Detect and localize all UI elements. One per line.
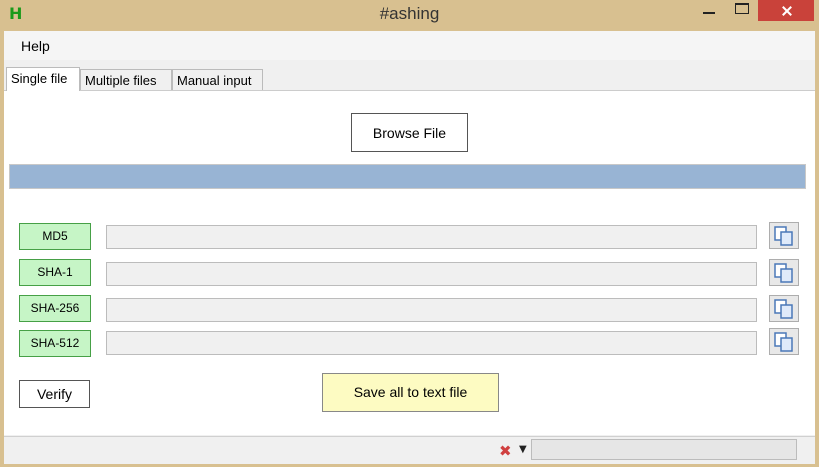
- status-bar: ✖ ▼: [4, 436, 815, 464]
- close-button[interactable]: [758, 0, 814, 21]
- app-window: H #ashing Help Single file Multiple file…: [0, 0, 819, 467]
- copy-icon: [774, 299, 793, 319]
- maximize-button[interactable]: [733, 0, 753, 21]
- sha512-label: SHA-512: [19, 330, 91, 357]
- tab-single-file[interactable]: Single file: [6, 67, 80, 91]
- cancel-icon[interactable]: ✖: [499, 442, 512, 460]
- progress-bar: [9, 164, 806, 189]
- sha1-label: SHA-1: [19, 259, 91, 286]
- dropdown-arrow-icon[interactable]: ▼: [519, 444, 527, 455]
- tab-multiple-files[interactable]: Multiple files: [80, 69, 172, 90]
- copy-icon: [774, 226, 793, 246]
- copy-sha1-button[interactable]: [769, 259, 799, 286]
- sha256-label: SHA-256: [19, 295, 91, 322]
- save-all-button[interactable]: Save all to text file: [322, 373, 499, 412]
- copy-icon: [774, 332, 793, 352]
- copy-sha256-button[interactable]: [769, 295, 799, 322]
- title-bar[interactable]: H #ashing: [0, 0, 819, 30]
- minimize-button[interactable]: [700, 0, 720, 21]
- sha1-field[interactable]: [106, 262, 757, 286]
- sha512-field[interactable]: [106, 331, 757, 355]
- status-progress-bar: [531, 439, 797, 460]
- menu-bar: Help: [4, 31, 815, 60]
- single-file-panel: Browse File MD5 SHA-1 SHA-256 SHA-512 Ve…: [4, 90, 815, 435]
- copy-md5-button[interactable]: [769, 222, 799, 249]
- client-area: Help Single file Multiple files Manual i…: [4, 31, 815, 464]
- copy-icon: [774, 263, 793, 283]
- tab-manual-input[interactable]: Manual input: [172, 69, 263, 90]
- md5-field[interactable]: [106, 225, 757, 249]
- menu-help[interactable]: Help: [21, 38, 50, 54]
- verify-button[interactable]: Verify: [19, 380, 90, 408]
- window-title: #ashing: [379, 4, 440, 23]
- md5-label: MD5: [19, 223, 91, 250]
- browse-file-button[interactable]: Browse File: [351, 113, 468, 152]
- sha256-field[interactable]: [106, 298, 757, 322]
- copy-sha512-button[interactable]: [769, 328, 799, 355]
